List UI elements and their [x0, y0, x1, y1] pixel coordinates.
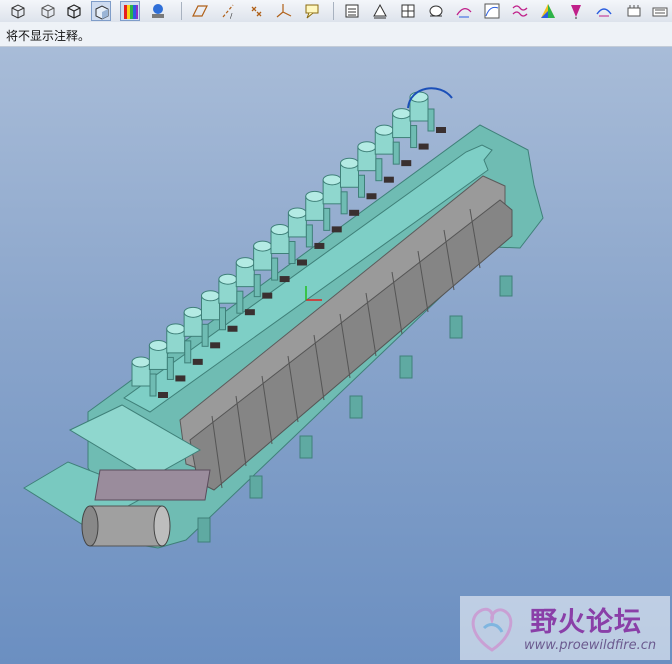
- toolbar-overflow-icon[interactable]: [650, 1, 670, 21]
- measure-icon[interactable]: [342, 1, 362, 21]
- draft-check-icon[interactable]: [426, 1, 446, 21]
- appearance-colors-icon[interactable]: [120, 1, 140, 21]
- mass-properties-icon[interactable]: [370, 1, 390, 21]
- view-wireframe-icon[interactable]: [8, 1, 28, 21]
- annotations-icon[interactable]: [302, 1, 322, 21]
- conveyor-belt: [94, 469, 211, 501]
- toolbar: /: [0, 0, 672, 23]
- view-no-hidden-icon[interactable]: [64, 1, 84, 21]
- svg-text:/: /: [230, 12, 233, 20]
- offset-analysis-icon[interactable]: [566, 1, 586, 21]
- drive-roller: [81, 505, 171, 547]
- message-bar: 将不显示注释。: [0, 22, 672, 47]
- graph-analysis-icon[interactable]: [482, 1, 502, 21]
- reflection-icon[interactable]: [538, 1, 558, 21]
- message-text: 将不显示注释。: [6, 29, 91, 43]
- coordinate-systems-icon[interactable]: [274, 1, 294, 21]
- datum-points-icon[interactable]: [246, 1, 266, 21]
- model-render: [23, 87, 544, 549]
- watermark-title: 野火论坛: [530, 607, 642, 638]
- datum-axes-icon[interactable]: /: [218, 1, 238, 21]
- shaded-curvature-icon[interactable]: [510, 1, 530, 21]
- watermark: 野火论坛 www.proewildfire.cn: [460, 596, 670, 660]
- watermark-logo-icon: [471, 607, 513, 652]
- appearance-gallery-icon[interactable]: [148, 1, 168, 21]
- watermark-url: www.proewildfire.cn: [524, 638, 657, 653]
- view-hidden-line-icon[interactable]: [38, 1, 58, 21]
- view-shaded-icon[interactable]: [91, 1, 111, 21]
- toolbar-more-icon[interactable]: [624, 1, 644, 21]
- slope-icon[interactable]: [594, 1, 614, 21]
- graphics-viewport[interactable]: 野火论坛 www.proewildfire.cn: [0, 47, 672, 664]
- curvature-icon[interactable]: [454, 1, 474, 21]
- datum-planes-icon[interactable]: [190, 1, 210, 21]
- section-icon[interactable]: [398, 1, 418, 21]
